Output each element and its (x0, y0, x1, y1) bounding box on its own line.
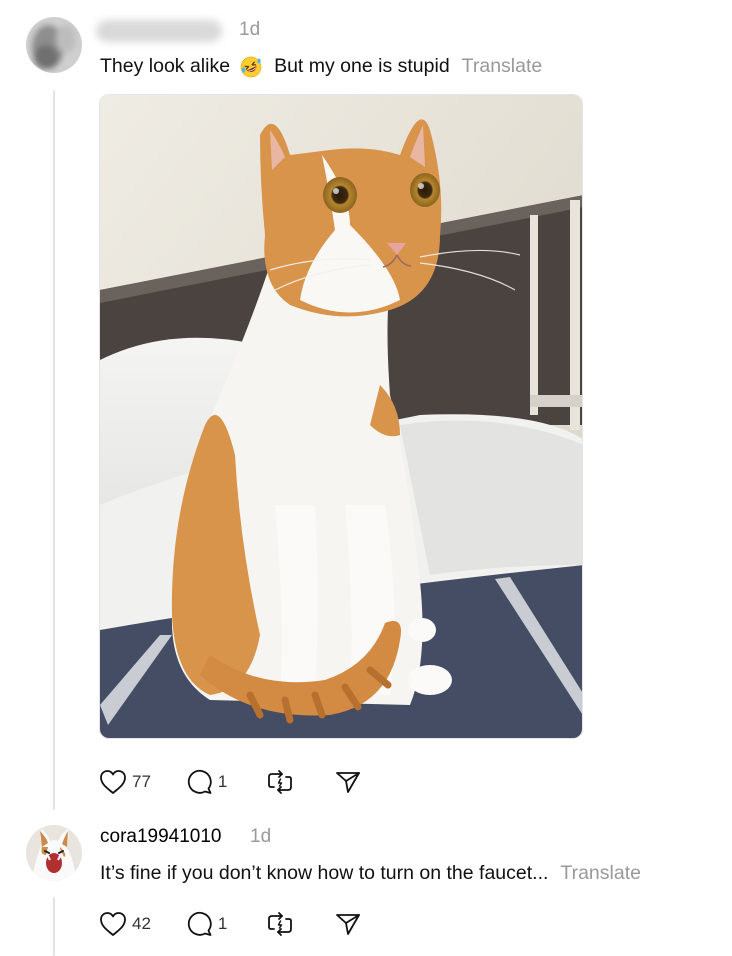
share-button[interactable] (335, 768, 361, 796)
translate-link[interactable]: Translate (462, 55, 543, 78)
reply-button[interactable]: 1 (186, 910, 227, 938)
reply-count: 1 (217, 772, 228, 791)
post-text: It’s fine if you don’t know how to turn … (100, 862, 641, 885)
share-button[interactable] (335, 910, 361, 938)
post-text-part: But my one is stupid (274, 55, 450, 77)
heart-icon (100, 912, 126, 936)
post-actions: 42 1 (99, 910, 361, 938)
like-count: 77 (132, 772, 151, 791)
post-actions: 77 1 (99, 768, 361, 796)
avatar[interactable] (26, 17, 82, 73)
post-text-part: They look alike (100, 55, 231, 77)
username[interactable]: cora19941010 (100, 826, 222, 848)
comment-icon (187, 769, 212, 794)
like-count: 42 (132, 914, 151, 933)
repost-button[interactable] (267, 910, 293, 938)
comment-icon (187, 911, 212, 936)
translate-link[interactable]: Translate (560, 862, 641, 885)
send-icon (336, 772, 361, 793)
post-time: 1d (250, 826, 272, 847)
post-time: 1d (239, 19, 261, 40)
thread-post: 1d They look alike But my one is stupid … (0, 0, 732, 810)
avatar[interactable] (26, 825, 82, 881)
thread-line (53, 897, 55, 956)
reply-button[interactable]: 1 (186, 768, 227, 796)
thread-line (53, 90, 55, 810)
repost-icon (268, 912, 293, 936)
username[interactable] (96, 20, 222, 42)
repost-button[interactable] (267, 768, 293, 796)
post-photo[interactable] (99, 94, 583, 739)
heart-icon (100, 770, 126, 794)
repost-icon (268, 770, 293, 794)
post-text: They look alike But my one is stupid Tra… (100, 55, 542, 78)
rolling-on-floor-laughing-emoji-icon (240, 56, 262, 78)
like-button[interactable]: 42 (99, 910, 151, 938)
post-text-part: It’s fine if you don’t know how to turn … (100, 862, 549, 884)
reply-count: 1 (217, 914, 228, 933)
send-icon (336, 914, 361, 935)
like-button[interactable]: 77 (99, 768, 151, 796)
